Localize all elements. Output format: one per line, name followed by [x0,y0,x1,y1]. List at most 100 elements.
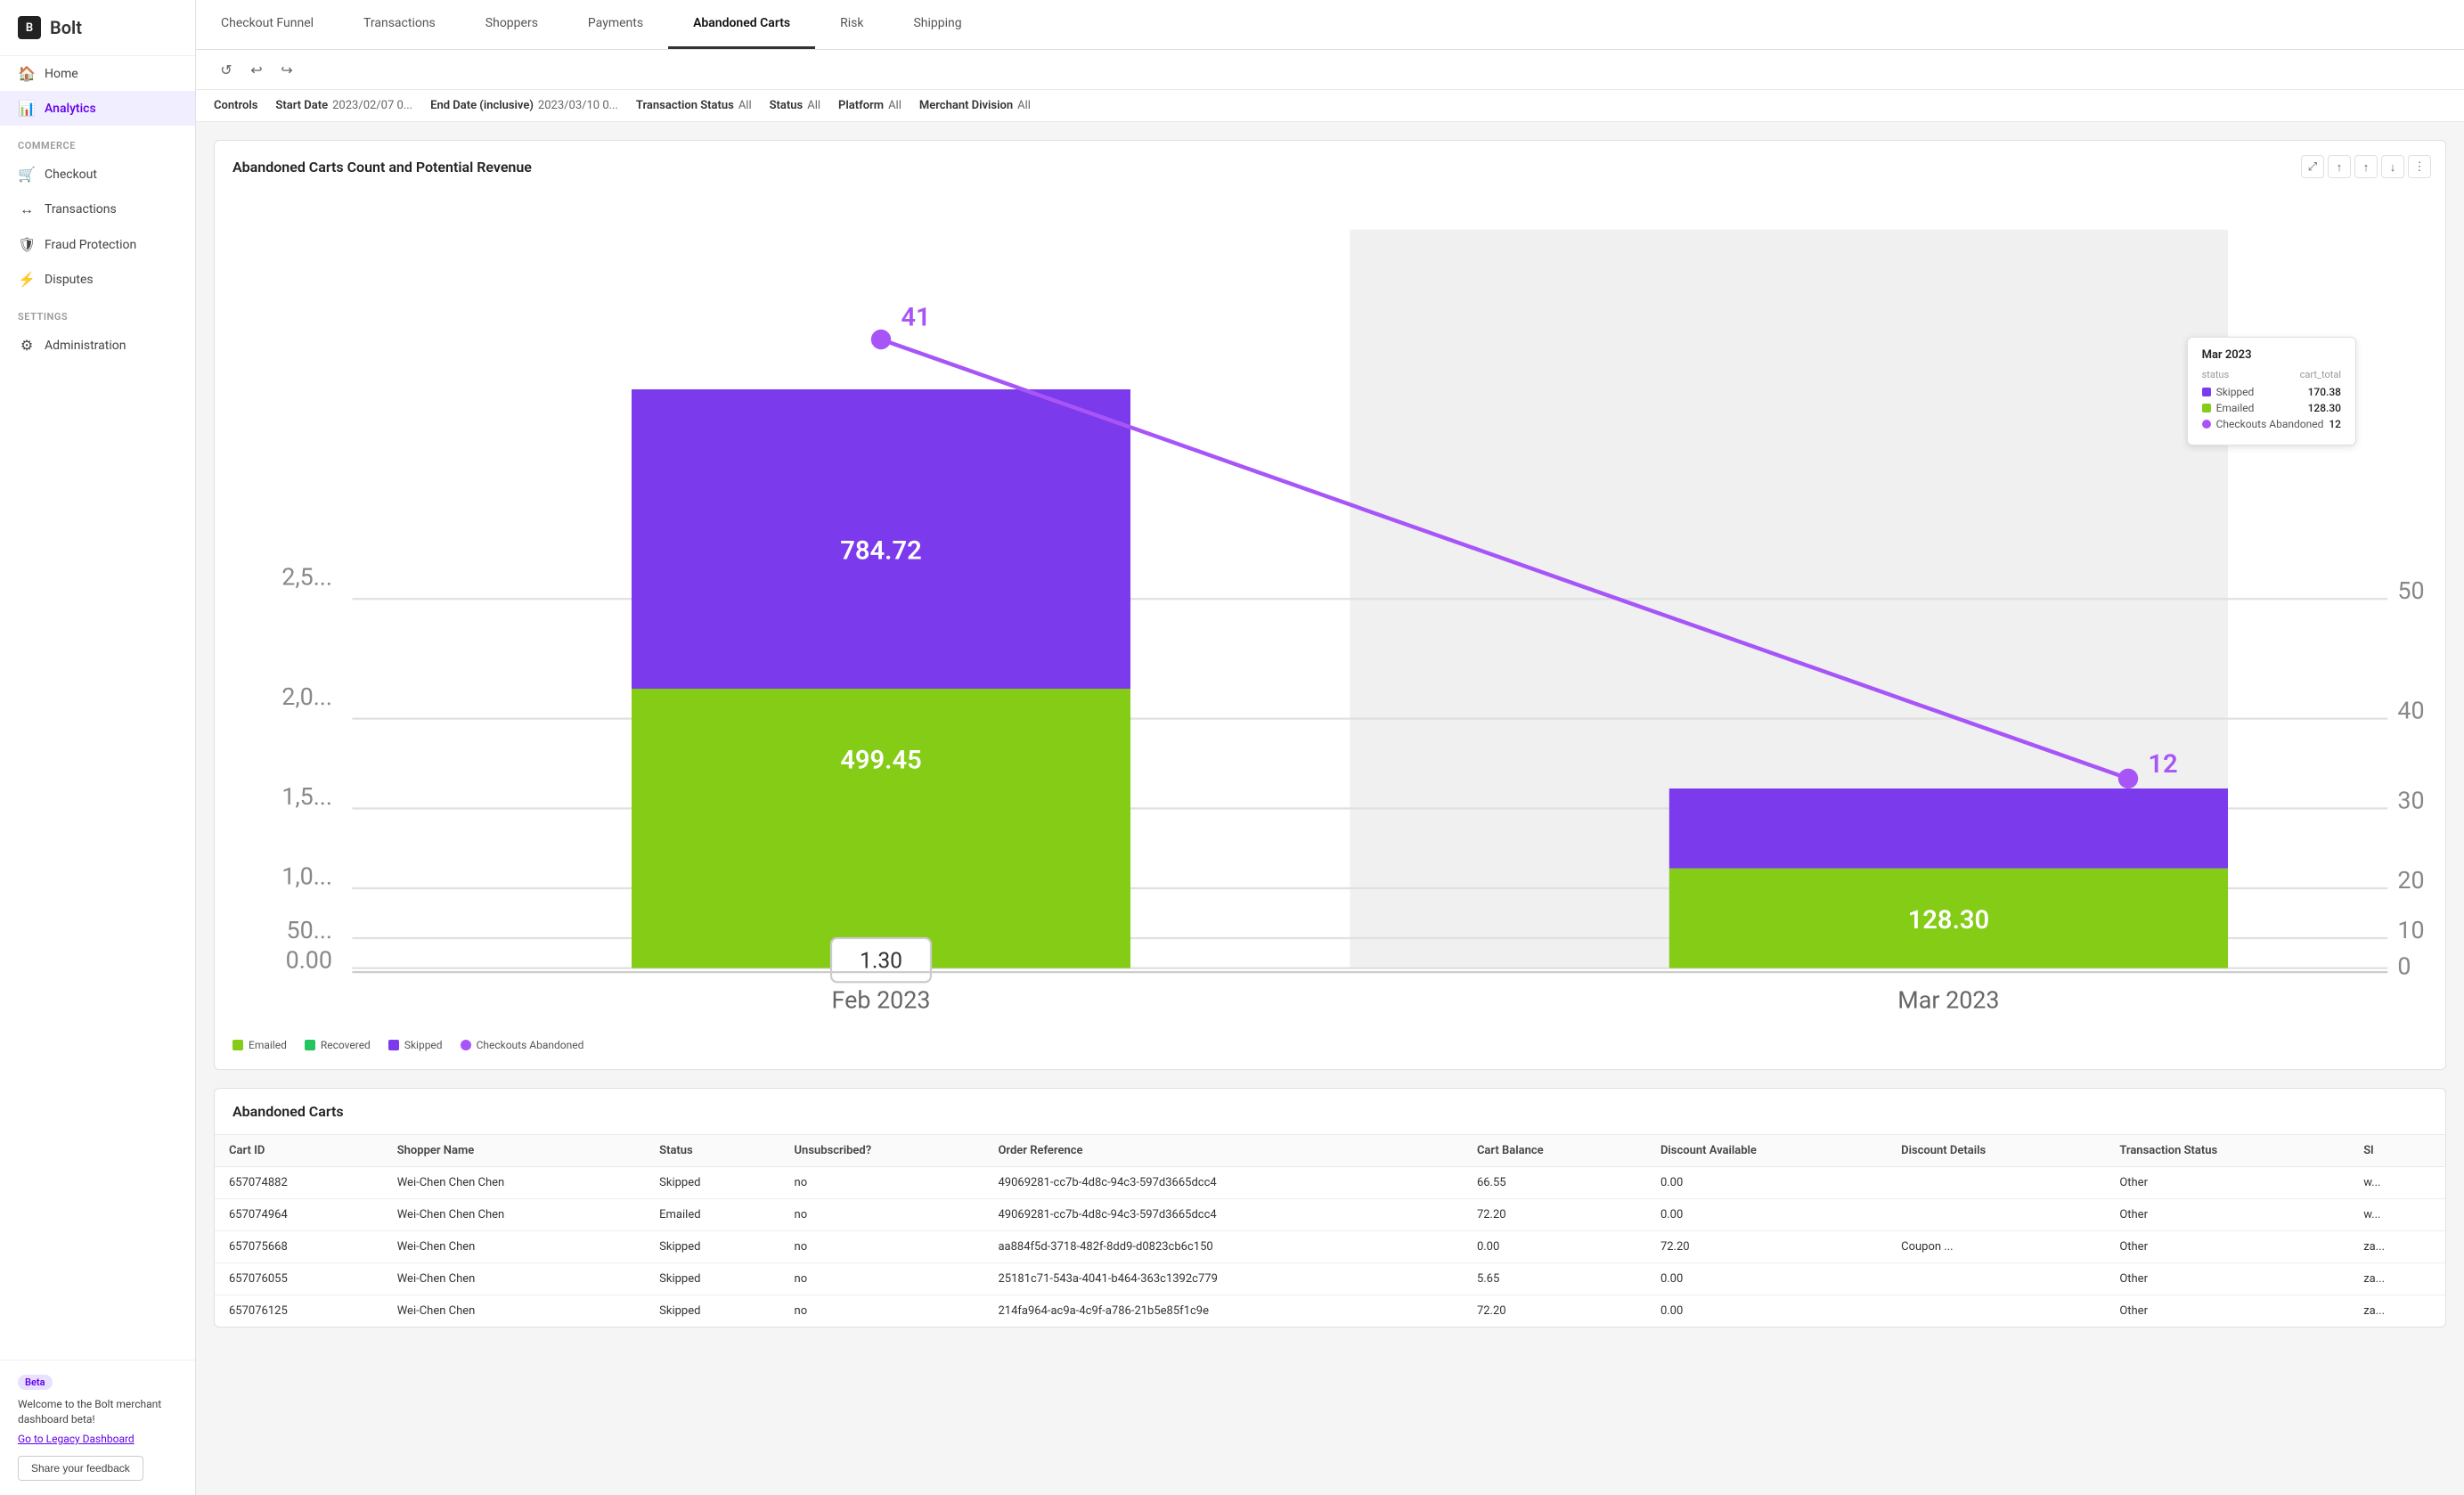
sidebar-item-fraud-protection[interactable]: 🛡 Fraud Protection [0,227,195,262]
cell-cart-id: 657074882 [215,1166,383,1198]
redo-button[interactable]: ↪ [274,57,299,82]
section-label-settings: SETTINGS [0,297,195,328]
col-sl: Sl [2349,1135,2445,1167]
bolt-logo-icon: B [18,16,41,39]
tab-checkout-funnel[interactable]: Checkout Funnel [196,0,339,49]
x-label-feb: Feb 2023 [832,985,931,1014]
feedback-button[interactable]: Share your feedback [18,1456,143,1481]
filter-transaction-status[interactable]: Transaction Status All [636,99,752,112]
filter-status[interactable]: Status All [770,99,820,112]
cell-discount-details [1887,1295,2105,1327]
tab-shipping[interactable]: Shipping [888,0,986,49]
y-label: 2,5... [281,563,332,592]
start-date-label: Start Date [275,99,328,112]
chart-up1-button[interactable]: ↑ [2328,155,2351,178]
end-date-label: End Date (inclusive) [430,99,534,112]
table-body: 657074882 Wei-Chen Chen Chen Skipped no … [215,1166,2445,1327]
undo2-button[interactable]: ↩ [244,57,269,82]
cell-shopper-name: Wei-Chen Chen [383,1262,645,1295]
sidebar-item-administration[interactable]: ⚙ Administration [0,328,195,363]
chart-title: Abandoned Carts Count and Potential Reve… [233,159,2427,176]
col-discount-available: Discount Available [1646,1135,1887,1167]
feb-dot-value: 1.30 [860,949,902,975]
chart-up2-button[interactable]: ↑ [2354,155,2378,178]
home-icon: 🏠 [18,65,36,82]
chart-controls: ⤢ ↑ ↑ ↓ ⋮ [2301,155,2431,178]
y-label-right: 50 [2397,576,2424,605]
filter-platform[interactable]: Platform All [838,99,902,112]
sidebar-item-label: Checkout [45,167,97,182]
cell-order-ref: 49069281-cc7b-4d8c-94c3-597d3665dcc4 [983,1198,1462,1230]
status-value: All [807,99,820,112]
cell-transaction-status: Other [2105,1230,2349,1262]
y-label-right: 40 [2397,697,2424,725]
sidebar: B Bolt 🏠 Home 📊 Analytics COMMERCE 🛒 Che… [0,0,196,1495]
tab-shoppers[interactable]: Shoppers [461,0,563,49]
filter-start-date[interactable]: Start Date 2023/02/07 0... [275,99,412,112]
chart-down-button[interactable]: ↓ [2381,155,2404,178]
cell-cart-id: 657074964 [215,1198,383,1230]
col-cart-balance: Cart Balance [1463,1135,1646,1167]
tab-transactions[interactable]: Transactions [339,0,461,49]
cell-unsubscribed: no [780,1166,984,1198]
feb-emailed-label: 499.45 [840,746,921,776]
sidebar-item-checkout[interactable]: 🛒 Checkout [0,157,195,192]
col-order-ref: Order Reference [983,1135,1462,1167]
brand-name: Bolt [50,17,82,38]
cell-cart-balance: 0.00 [1463,1230,1646,1262]
y-label-right: 30 [2397,786,2424,814]
legend-emailed-label: Emailed [249,1039,287,1051]
tab-payments[interactable]: Payments [563,0,668,49]
undo-button[interactable]: ↺ [214,57,239,82]
tab-abandoned-carts[interactable]: Abandoned Carts [668,0,815,49]
cell-status: Skipped [645,1262,779,1295]
cell-discount-details [1887,1262,2105,1295]
chart-expand-button[interactable]: ⤢ [2301,155,2324,178]
mar-line-point [2118,769,2138,788]
fraud-icon: 🛡 [18,236,36,253]
filter-end-date[interactable]: End Date (inclusive) 2023/03/10 0... [430,99,618,112]
cell-discount-available: 0.00 [1646,1295,1887,1327]
cell-transaction-status: Other [2105,1295,2349,1327]
cell-shopper-name: Wei-Chen Chen Chen [383,1166,645,1198]
sidebar-item-analytics[interactable]: 📊 Analytics [0,91,195,126]
table-row[interactable]: 657074882 Wei-Chen Chen Chen Skipped no … [215,1166,2445,1198]
chart-more-button[interactable]: ⋮ [2408,155,2431,178]
tab-risk[interactable]: Risk [815,0,888,49]
cell-sl: za... [2349,1295,2445,1327]
y-label: 2,0... [281,682,332,711]
legend-item-checkouts-abandoned: Checkouts Abandoned [461,1039,584,1051]
sidebar-item-disputes[interactable]: ⚡ Disputes [0,262,195,297]
chart-svg-wrapper: 2,5... 2,0... 1,5... 1,0... 50... 0.00 5… [233,190,2427,1028]
legacy-dashboard-link[interactable]: Go to Legacy Dashboard [18,1433,177,1445]
table-row[interactable]: 657074964 Wei-Chen Chen Chen Emailed no … [215,1198,2445,1230]
col-status: Status [645,1135,779,1167]
filter-controls[interactable]: Controls [214,99,257,112]
mar-point-label: 12 [2148,749,2177,780]
sidebar-item-home[interactable]: 🏠 Home [0,56,195,91]
controls-label: Controls [214,99,257,112]
cell-discount-available: 72.20 [1646,1230,1887,1262]
table-row[interactable]: 657075668 Wei-Chen Chen Skipped no aa884… [215,1230,2445,1262]
y-label: 1,0... [281,862,332,891]
table-title: Abandoned Carts [215,1089,2445,1135]
legend-emailed-dot [233,1040,243,1050]
filter-merchant-division[interactable]: Merchant Division All [919,99,1031,112]
cell-cart-balance: 72.20 [1463,1295,1646,1327]
content-area: Abandoned Carts Count and Potential Reve… [196,122,2464,1495]
legend-recovered-label: Recovered [321,1039,371,1051]
cell-shopper-name: Wei-Chen Chen Chen [383,1198,645,1230]
y-label-right: 10 [2397,916,2424,944]
cell-cart-balance: 5.65 [1463,1262,1646,1295]
legend-item-skipped: Skipped [388,1039,443,1051]
legend-recovered-dot [305,1040,315,1050]
sidebar-item-transactions[interactable]: ↔ Transactions [0,192,195,227]
beta-message: Welcome to the Bolt merchant dashboard b… [18,1397,177,1427]
cell-discount-details: Coupon ... [1887,1230,2105,1262]
sidebar-item-label: Fraud Protection [45,238,136,252]
table-row[interactable]: 657076125 Wei-Chen Chen Skipped no 214fa… [215,1295,2445,1327]
cell-cart-balance: 72.20 [1463,1198,1646,1230]
feb-skipped-label: 784.72 [840,535,921,566]
table-row[interactable]: 657076055 Wei-Chen Chen Skipped no 25181… [215,1262,2445,1295]
cell-status: Skipped [645,1230,779,1262]
